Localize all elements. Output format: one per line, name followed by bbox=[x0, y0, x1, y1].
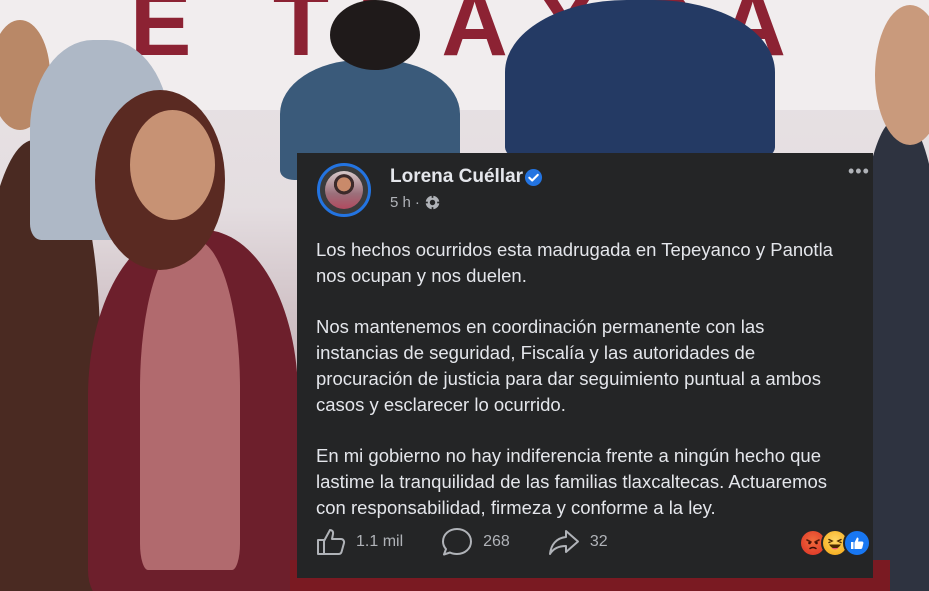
comment-button[interactable]: 268 bbox=[441, 527, 510, 557]
post-paragraph-3: En mi gobierno no hay indiferencia frent… bbox=[316, 445, 828, 518]
post-time[interactable]: 5 h bbox=[390, 194, 411, 211]
post-meta: 5 h · bbox=[390, 194, 441, 211]
share-button[interactable]: 32 bbox=[548, 528, 608, 556]
like-count: 1.1 mil bbox=[356, 533, 404, 550]
reactions-summary[interactable] bbox=[799, 529, 871, 557]
person-floral-head bbox=[330, 0, 420, 70]
like-button[interactable]: 1.1 mil bbox=[316, 528, 403, 556]
woman-face bbox=[130, 110, 215, 220]
like-icon bbox=[317, 529, 346, 555]
avatar-image bbox=[325, 171, 363, 209]
more-options-button[interactable]: ••• bbox=[848, 161, 870, 182]
like-reaction-icon bbox=[843, 529, 871, 557]
verified-badge-icon bbox=[524, 168, 543, 187]
post-actions: 1.1 mil 268 32 bbox=[316, 527, 646, 557]
facebook-post-card: Lorena Cuéllar 5 h · ••• Los hechos ocur… bbox=[297, 153, 873, 578]
post-paragraph-1: Los hechos ocurridos esta madrugada en T… bbox=[316, 239, 833, 286]
comment-count: 268 bbox=[483, 533, 510, 550]
comment-icon bbox=[442, 528, 473, 556]
post-paragraph-2: Nos mantenemos en coordinación permanent… bbox=[316, 316, 821, 415]
woman-scarf bbox=[140, 240, 240, 570]
author-avatar[interactable] bbox=[317, 163, 371, 217]
gear-icon bbox=[425, 195, 440, 210]
share-icon bbox=[548, 530, 579, 555]
meta-separator: · bbox=[414, 194, 420, 211]
share-count: 32 bbox=[589, 533, 608, 550]
author-name[interactable]: Lorena Cuéllar bbox=[390, 166, 523, 188]
person-suit bbox=[505, 0, 775, 160]
post-body: Los hechos ocurridos esta madrugada en T… bbox=[316, 237, 876, 546]
